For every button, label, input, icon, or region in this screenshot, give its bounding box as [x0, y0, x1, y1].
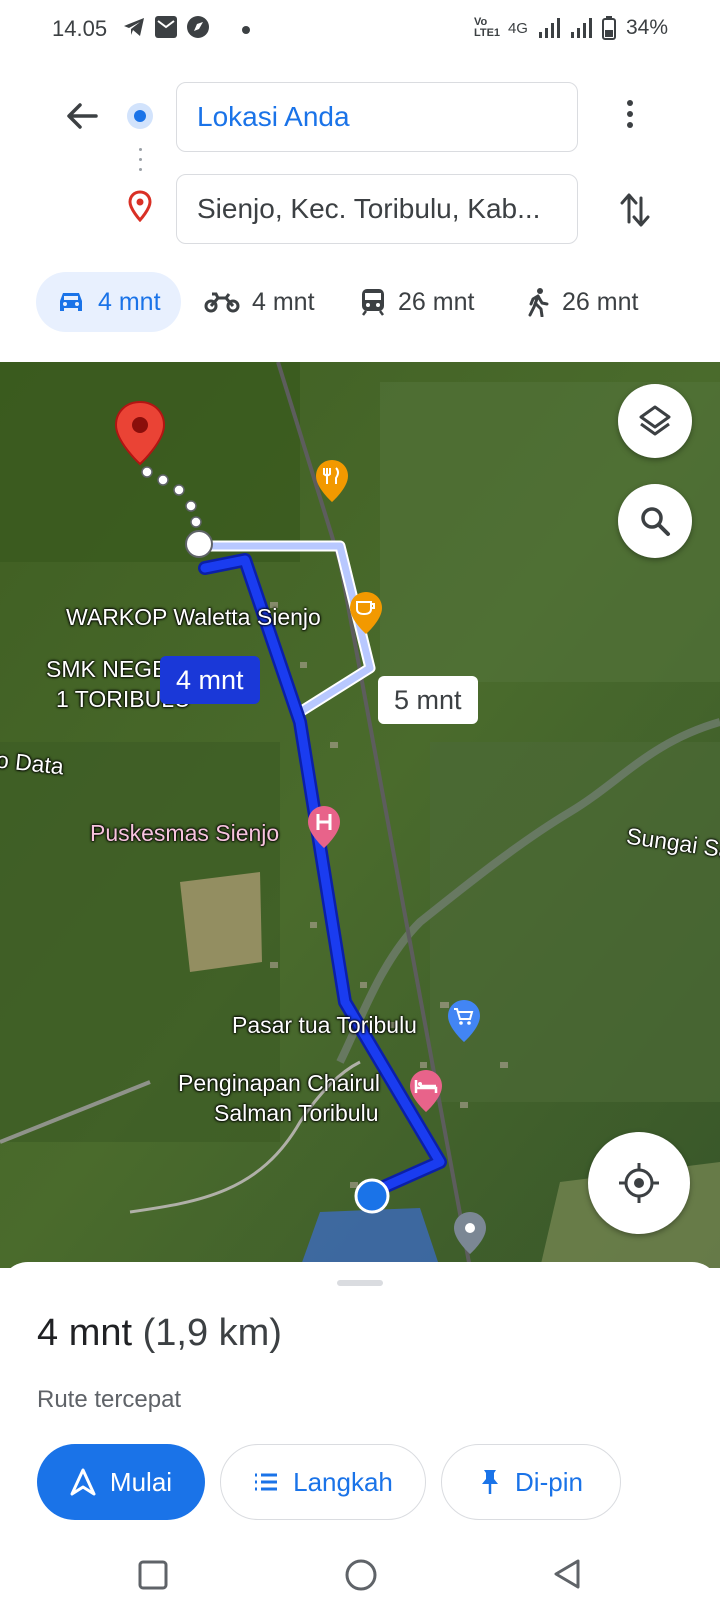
signal-icon-2 — [570, 18, 592, 38]
map-label-penginapan-1: Penginapan Chairul — [178, 1070, 381, 1096]
home-icon[interactable] — [344, 1558, 378, 1592]
walk-icon — [528, 288, 549, 317]
tab-motorcycle-label: 4 mnt — [252, 287, 315, 316]
route-distance: (1,9 km) — [142, 1312, 282, 1354]
origin-location-icon — [127, 103, 153, 129]
notification-icons — [122, 15, 210, 39]
start-button[interactable]: Mulai — [37, 1444, 205, 1520]
destination-pin-icon — [128, 190, 152, 222]
map-label-pasar: Pasar tua Toribulu — [232, 1012, 417, 1038]
map-label-smk-1: SMK NEGE — [46, 656, 168, 682]
tab-transit-label: 26 mnt — [398, 287, 475, 316]
alt-route-duration-callout[interactable]: 5 mnt — [378, 676, 478, 724]
destination-field[interactable]: Sienjo, Kec. Toribulu, Kab... — [176, 174, 578, 244]
route-duration-callout[interactable]: 4 mnt — [160, 656, 260, 704]
swap-directions-icon[interactable] — [620, 190, 650, 230]
tab-walking-label: 26 mnt — [562, 287, 639, 316]
route-duration: 4 mnt — [37, 1312, 133, 1354]
train-icon — [362, 289, 384, 316]
status-time: 14.05 — [52, 16, 108, 41]
motorcycle-icon — [204, 292, 240, 313]
car-icon — [60, 293, 82, 311]
pin-button-label: Di-pin — [515, 1466, 583, 1497]
tab-walking[interactable]: 26 mnt — [526, 272, 638, 332]
hotel-poi-icon[interactable] — [408, 1068, 444, 1114]
list-icon — [255, 1473, 278, 1491]
tab-driving-label: 4 mnt — [98, 287, 161, 316]
battery-icon — [601, 16, 616, 40]
recent-apps-icon[interactable] — [138, 1560, 168, 1590]
restaurant-poi-icon[interactable] — [314, 458, 350, 504]
gray-location-pin[interactable] — [452, 1210, 488, 1256]
current-location-marker — [354, 1178, 390, 1214]
satellite-imagery — [0, 362, 720, 1268]
tab-motorcycle[interactable]: 4 mnt — [204, 272, 315, 332]
my-location-button[interactable] — [588, 1132, 690, 1234]
start-button-label: Mulai — [109, 1466, 173, 1497]
destination-marker[interactable] — [114, 400, 166, 466]
map-label-puskesmas: Puskesmas Sienjo — [90, 820, 280, 846]
map-label-penginapan-2: Salman Toribulu — [214, 1100, 379, 1126]
steps-button-label: Langkah — [293, 1466, 393, 1497]
search-button[interactable] — [618, 484, 692, 558]
shopping-poi-icon[interactable] — [446, 998, 482, 1044]
navigation-arrow-icon — [70, 1468, 96, 1496]
network-type: 4G — [507, 19, 528, 37]
route-connector-dots — [139, 148, 143, 178]
hospital-poi-icon[interactable] — [306, 804, 342, 850]
pin-button[interactable]: Di-pin — [441, 1444, 621, 1520]
layers-button[interactable] — [618, 384, 692, 458]
search-icon — [641, 507, 670, 536]
mail-icon — [155, 16, 177, 38]
back-arrow-icon[interactable] — [62, 96, 102, 136]
crosshair-icon — [619, 1163, 659, 1203]
telegram-icon — [124, 18, 144, 36]
back-triangle-icon[interactable] — [552, 1558, 582, 1590]
tab-driving[interactable]: 4 mnt — [36, 272, 181, 332]
map-label-warkop: WARKOP Waletta Sienjo — [66, 604, 321, 630]
sheet-drag-handle[interactable] — [337, 1280, 383, 1286]
system-navigation-bar — [0, 1538, 720, 1612]
tab-transit[interactable]: 26 mnt — [360, 272, 474, 332]
layers-icon — [639, 405, 671, 436]
status-bar: 14.05 Vo LTE1 4G 34% — [0, 0, 720, 62]
battery-level: 34% — [625, 16, 668, 39]
volte-icon: Vo LTE1 — [473, 16, 501, 39]
map-view[interactable]: WARKOP Waletta Sienjo SMK NEGE 1 TORIBUL… — [0, 362, 720, 1268]
more-notifications-dot — [242, 26, 250, 34]
travel-mode-tabs: 4 mnt 4 mnt 26 mnt 26 mnt — [36, 272, 696, 332]
pushpin-icon — [482, 1470, 499, 1494]
route-summary: 4 mnt (1,9 km) — [37, 1312, 282, 1355]
steps-button[interactable]: Langkah — [220, 1444, 426, 1520]
status-right: Vo LTE1 4G 34% — [474, 16, 668, 40]
origin-field[interactable]: Lokasi Anda — [176, 82, 578, 152]
compass-app-icon — [187, 16, 209, 38]
more-options-icon[interactable] — [618, 100, 642, 136]
signal-icon — [538, 18, 560, 38]
cafe-poi-icon[interactable] — [348, 590, 384, 636]
route-subtitle: Rute tercepat — [37, 1386, 182, 1413]
